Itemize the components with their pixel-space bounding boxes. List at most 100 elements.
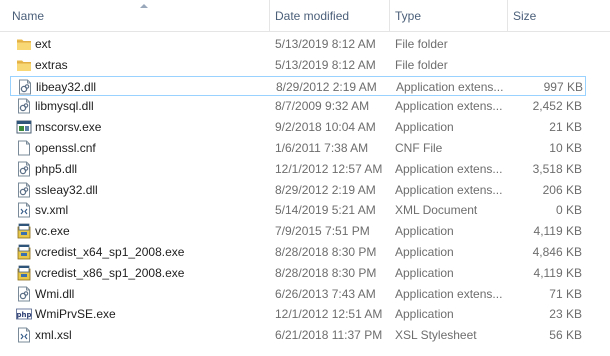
file-row[interactable]: libmysql.dll 8/7/2009 9:32 AM Application … (10, 96, 586, 116)
file-name: vcredist_x86_sp1_2008.exe (35, 265, 185, 280)
file-size (510, 55, 582, 75)
folder-icon (16, 36, 32, 52)
file-size: 21 KB (549, 120, 582, 135)
file-type: CNF File (395, 141, 443, 155)
file-row[interactable]: vcredist_x64_sp1_2008.exe 8/28/2018 8:30 … (10, 242, 586, 262)
file-row[interactable]: ssleay32.dll 8/29/2012 2:19 AM Application… (10, 180, 586, 200)
column-header-type[interactable]: Type (389, 0, 507, 31)
file-name: libeay32.dll (36, 79, 97, 94)
file-type: XML Document (395, 203, 478, 218)
file-date-modified: 5/13/2019 8:12 AM (275, 37, 376, 51)
file-name: libmysql.dll (35, 99, 94, 114)
file-size: 4,846 KB (532, 245, 582, 259)
file-type: File folder (395, 37, 448, 51)
file-row[interactable]: sv.xml 5/14/2019 5:21 AM XML Document 0 KB (10, 200, 586, 220)
file-date-modified: 9/2/2018 10:04 AM (275, 120, 376, 135)
dll-icon (16, 161, 32, 177)
sort-ascending-icon (140, 4, 148, 8)
file-size: 2,452 KB (532, 99, 582, 114)
file-size: 3,518 KB (532, 161, 582, 176)
dll-icon (16, 182, 32, 198)
file-row[interactable]: xml.xsl 6/21/2018 11:37 PM XSL Stylesheet 5… (10, 325, 586, 345)
file-date-modified: 7/9/2015 7:51 PM (275, 224, 370, 239)
column-header-name[interactable]: Name (7, 0, 269, 31)
dll-icon (17, 79, 33, 95)
file-size: 4,119 KB (533, 224, 582, 239)
file-type: Application (395, 245, 454, 259)
column-header-size-label: Size (513, 9, 537, 23)
file-name: xml.xsl (35, 328, 72, 343)
dll-icon (16, 98, 32, 114)
column-header-date-modified[interactable]: Date modified (269, 0, 389, 31)
file-name: Wmi.dll (35, 286, 75, 301)
file-size (510, 34, 582, 54)
xml-file-icon (16, 202, 32, 218)
file-size: 23 KB (549, 307, 582, 322)
file-date-modified: 6/21/2018 11:37 PM (275, 328, 383, 343)
file-date-modified: 12/1/2012 12:51 AM (275, 307, 383, 322)
dll-icon (16, 286, 32, 302)
column-header-name-label: Name (12, 9, 45, 23)
svg-text:php: php (16, 311, 31, 319)
column-header-bar: Name Date modified Type Size (0, 0, 610, 32)
file-row[interactable]: extras 5/13/2019 8:12 AM File folder (10, 55, 586, 75)
installer-icon (16, 244, 32, 260)
file-type: Application (395, 307, 454, 322)
file-type: Application extens... (396, 79, 504, 94)
file-row[interactable]: php5.dll 12/1/2012 12:57 AM Application ex… (10, 159, 586, 179)
file-size: 71 KB (549, 286, 582, 301)
file-type: Application (395, 224, 454, 239)
installer-icon (16, 223, 32, 239)
file-date-modified: 5/13/2019 8:12 AM (275, 57, 376, 72)
file-date-modified: 8/29/2012 2:19 AM (275, 182, 376, 197)
file-row[interactable]: vcredist_x86_sp1_2008.exe 8/28/2018 8:30 … (10, 263, 586, 283)
column-header-type-label: Type (395, 9, 422, 23)
file-type: Application extens... (395, 286, 503, 301)
file-type: Application extens... (395, 161, 503, 176)
file-row[interactable]: libeay32.dll 8/29/2012 2:19 AM Application… (10, 75, 586, 96)
file-date-modified: 8/29/2012 2:19 AM (276, 79, 377, 94)
file-type: Application extens... (395, 182, 503, 197)
file-row[interactable]: mscorsv.exe 9/2/2018 10:04 AM Application 2… (10, 117, 586, 137)
file-row[interactable]: php WmiPrvSE.exe 12/1/2012 12:51 AM Applica… (10, 304, 586, 324)
file-row[interactable]: vc.exe 7/9/2015 7:51 PM Application 4,119 K… (10, 221, 586, 241)
blank-file-icon (16, 140, 32, 156)
file-type: XSL Stylesheet (395, 328, 477, 343)
file-date-modified: 8/28/2018 8:30 PM (275, 245, 377, 259)
file-name: sv.xml (35, 203, 69, 218)
file-type: Application extens... (395, 99, 503, 114)
file-name: extras (35, 57, 68, 72)
file-date-modified: 12/1/2012 12:57 AM (275, 161, 383, 176)
installer-icon (16, 265, 32, 281)
file-name: WmiPrvSE.exe (35, 307, 116, 322)
file-size: 56 KB (549, 328, 582, 343)
file-name: vcredist_x64_sp1_2008.exe (35, 245, 185, 259)
file-row[interactable]: Wmi.dll 6/26/2013 7:43 AM Application exte… (10, 284, 586, 304)
file-type: Application (395, 120, 454, 135)
file-size: 206 KB (542, 182, 582, 197)
file-date-modified: 1/6/2011 7:38 AM (275, 141, 369, 155)
file-type: Application (395, 265, 454, 280)
file-row[interactable]: ext 5/13/2019 8:12 AM File folder (10, 34, 586, 54)
file-date-modified: 5/14/2019 5:21 AM (275, 203, 376, 218)
file-size: 10 KB (549, 141, 582, 155)
file-row[interactable]: openssl.cnf 1/6/2011 7:38 AM CNF File 10 KB (10, 138, 586, 158)
file-date-modified: 8/28/2018 8:30 PM (275, 265, 377, 280)
file-size: 0 KB (555, 203, 582, 218)
file-size: 997 KB (543, 79, 583, 94)
exe-window-icon (16, 119, 32, 135)
column-header-size[interactable]: Size (507, 0, 610, 31)
column-header-date-label: Date modified (275, 9, 350, 23)
file-size: 4,119 KB (533, 265, 582, 280)
file-name: mscorsv.exe (35, 120, 102, 135)
folder-icon (16, 57, 32, 73)
file-name: ext (35, 37, 52, 51)
file-type: File folder (395, 57, 448, 72)
file-date-modified: 8/7/2009 9:32 AM (275, 99, 370, 114)
xml-file-icon (16, 327, 32, 343)
file-name: vc.exe (35, 224, 70, 239)
file-name: ssleay32.dll (35, 182, 98, 197)
php-icon: php (16, 306, 32, 322)
file-date-modified: 6/26/2013 7:43 AM (275, 286, 376, 301)
file-name: php5.dll (35, 161, 78, 176)
